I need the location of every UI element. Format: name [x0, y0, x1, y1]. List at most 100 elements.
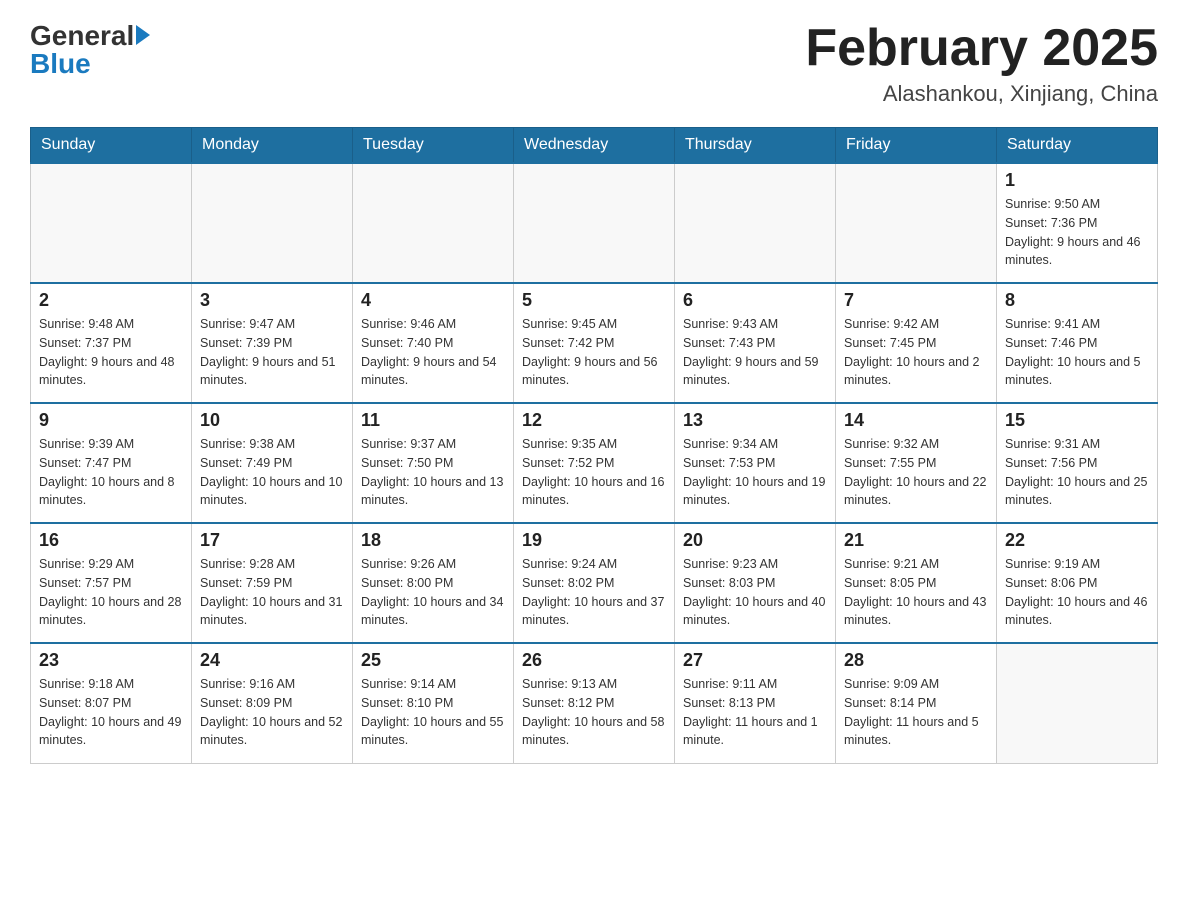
calendar-cell: [836, 163, 997, 283]
day-header-wednesday: Wednesday: [514, 128, 675, 164]
calendar-cell: 20Sunrise: 9:23 AMSunset: 8:03 PMDayligh…: [675, 523, 836, 643]
calendar-cell: 3 Sunrise: 9:47 AMSunset: 7:39 PMDaylight…: [192, 283, 353, 403]
calendar-cell: 9 Sunrise: 9:39 AMSunset: 7:47 PMDaylight…: [31, 403, 192, 523]
calendar-cell: 25 Sunrise: 9:14 AMSunset: 8:10 PMDayligh…: [353, 643, 514, 763]
day-number: 20: [683, 530, 827, 551]
calendar-cell: [192, 163, 353, 283]
calendar-cell: 15 Sunrise: 9:31 AMSunset: 7:56 PMDayligh…: [997, 403, 1158, 523]
day-info: Sunrise: 9:48 AMSunset: 7:37 PMDaylight:…: [39, 315, 183, 390]
day-info: Sunrise: 9:11 AMSunset: 8:13 PMDaylight:…: [683, 675, 827, 750]
calendar-cell: 22 Sunrise: 9:19 AMSunset: 8:06 PMDayligh…: [997, 523, 1158, 643]
day-info: Sunrise: 9:31 AMSunset: 7:56 PMDaylight:…: [1005, 435, 1149, 510]
logo-arrow-icon: [136, 25, 150, 45]
day-info: Sunrise: 9:34 AMSunset: 7:53 PMDaylight:…: [683, 435, 827, 510]
day-number: 7: [844, 290, 988, 311]
calendar-cell: 1 Sunrise: 9:50 AMSunset: 7:36 PMDaylight…: [997, 163, 1158, 283]
day-number: 25: [361, 650, 505, 671]
calendar-header-row: SundayMondayTuesdayWednesdayThursdayFrid…: [31, 128, 1158, 164]
day-info: Sunrise: 9:29 AMSunset: 7:57 PMDaylight:…: [39, 555, 183, 630]
week-row-1: 1 Sunrise: 9:50 AMSunset: 7:36 PMDaylight…: [31, 163, 1158, 283]
day-number: 3: [200, 290, 344, 311]
day-number: 19: [522, 530, 666, 551]
location-label: Alashankou, Xinjiang, China: [805, 81, 1158, 107]
day-info: Sunrise: 9:21 AMSunset: 8:05 PMDaylight:…: [844, 555, 988, 630]
day-number: 18: [361, 530, 505, 551]
day-number: 1: [1005, 170, 1149, 191]
day-number: 14: [844, 410, 988, 431]
day-info: Sunrise: 9:16 AMSunset: 8:09 PMDaylight:…: [200, 675, 344, 750]
day-number: 8: [1005, 290, 1149, 311]
logo-blue: Blue: [30, 48, 91, 80]
calendar-cell: 17Sunrise: 9:28 AMSunset: 7:59 PMDayligh…: [192, 523, 353, 643]
calendar-cell: 23 Sunrise: 9:18 AMSunset: 8:07 PMDayligh…: [31, 643, 192, 763]
day-number: 24: [200, 650, 344, 671]
calendar-cell: 28 Sunrise: 9:09 AMSunset: 8:14 PMDayligh…: [836, 643, 997, 763]
calendar-cell: [31, 163, 192, 283]
day-number: 9: [39, 410, 183, 431]
calendar-cell: 26 Sunrise: 9:13 AMSunset: 8:12 PMDayligh…: [514, 643, 675, 763]
calendar-table: SundayMondayTuesdayWednesdayThursdayFrid…: [30, 127, 1158, 764]
day-info: Sunrise: 9:37 AMSunset: 7:50 PMDaylight:…: [361, 435, 505, 510]
day-number: 28: [844, 650, 988, 671]
day-info: Sunrise: 9:19 AMSunset: 8:06 PMDaylight:…: [1005, 555, 1149, 630]
day-info: Sunrise: 9:46 AMSunset: 7:40 PMDaylight:…: [361, 315, 505, 390]
day-header-thursday: Thursday: [675, 128, 836, 164]
logo: General Blue: [30, 20, 150, 80]
day-number: 22: [1005, 530, 1149, 551]
calendar-cell: 18 Sunrise: 9:26 AMSunset: 8:00 PMDayligh…: [353, 523, 514, 643]
day-number: 11: [361, 410, 505, 431]
week-row-2: 2 Sunrise: 9:48 AMSunset: 7:37 PMDaylight…: [31, 283, 1158, 403]
day-number: 16: [39, 530, 183, 551]
day-number: 4: [361, 290, 505, 311]
day-info: Sunrise: 9:32 AMSunset: 7:55 PMDaylight:…: [844, 435, 988, 510]
day-header-tuesday: Tuesday: [353, 128, 514, 164]
calendar-cell: 2 Sunrise: 9:48 AMSunset: 7:37 PMDaylight…: [31, 283, 192, 403]
day-number: 13: [683, 410, 827, 431]
day-number: 21: [844, 530, 988, 551]
day-info: Sunrise: 9:18 AMSunset: 8:07 PMDaylight:…: [39, 675, 183, 750]
calendar-cell: 10Sunrise: 9:38 AMSunset: 7:49 PMDayligh…: [192, 403, 353, 523]
day-number: 10: [200, 410, 344, 431]
day-info: Sunrise: 9:47 AMSunset: 7:39 PMDaylight:…: [200, 315, 344, 390]
day-header-monday: Monday: [192, 128, 353, 164]
day-number: 5: [522, 290, 666, 311]
title-section: February 2025 Alashankou, Xinjiang, Chin…: [805, 20, 1158, 107]
calendar-cell: 6 Sunrise: 9:43 AMSunset: 7:43 PMDaylight…: [675, 283, 836, 403]
calendar-cell: [514, 163, 675, 283]
week-row-5: 23 Sunrise: 9:18 AMSunset: 8:07 PMDayligh…: [31, 643, 1158, 763]
calendar-cell: 5 Sunrise: 9:45 AMSunset: 7:42 PMDaylight…: [514, 283, 675, 403]
calendar-cell: 4 Sunrise: 9:46 AMSunset: 7:40 PMDaylight…: [353, 283, 514, 403]
calendar-cell: [353, 163, 514, 283]
day-number: 17: [200, 530, 344, 551]
calendar-cell: [997, 643, 1158, 763]
day-number: 2: [39, 290, 183, 311]
calendar-cell: 11 Sunrise: 9:37 AMSunset: 7:50 PMDayligh…: [353, 403, 514, 523]
day-info: Sunrise: 9:43 AMSunset: 7:43 PMDaylight:…: [683, 315, 827, 390]
day-info: Sunrise: 9:39 AMSunset: 7:47 PMDaylight:…: [39, 435, 183, 510]
calendar-cell: 16 Sunrise: 9:29 AMSunset: 7:57 PMDayligh…: [31, 523, 192, 643]
calendar-cell: 21 Sunrise: 9:21 AMSunset: 8:05 PMDayligh…: [836, 523, 997, 643]
day-info: Sunrise: 9:09 AMSunset: 8:14 PMDaylight:…: [844, 675, 988, 750]
day-info: Sunrise: 9:26 AMSunset: 8:00 PMDaylight:…: [361, 555, 505, 630]
day-number: 6: [683, 290, 827, 311]
day-info: Sunrise: 9:42 AMSunset: 7:45 PMDaylight:…: [844, 315, 988, 390]
calendar-cell: 14 Sunrise: 9:32 AMSunset: 7:55 PMDayligh…: [836, 403, 997, 523]
calendar-cell: 13 Sunrise: 9:34 AMSunset: 7:53 PMDayligh…: [675, 403, 836, 523]
day-info: Sunrise: 9:45 AMSunset: 7:42 PMDaylight:…: [522, 315, 666, 390]
day-number: 26: [522, 650, 666, 671]
day-header-friday: Friday: [836, 128, 997, 164]
day-info: Sunrise: 9:13 AMSunset: 8:12 PMDaylight:…: [522, 675, 666, 750]
day-number: 23: [39, 650, 183, 671]
day-number: 15: [1005, 410, 1149, 431]
day-info: Sunrise: 9:50 AMSunset: 7:36 PMDaylight:…: [1005, 195, 1149, 270]
day-number: 12: [522, 410, 666, 431]
day-header-sunday: Sunday: [31, 128, 192, 164]
day-info: Sunrise: 9:41 AMSunset: 7:46 PMDaylight:…: [1005, 315, 1149, 390]
day-info: Sunrise: 9:14 AMSunset: 8:10 PMDaylight:…: [361, 675, 505, 750]
day-info: Sunrise: 9:24 AMSunset: 8:02 PMDaylight:…: [522, 555, 666, 630]
day-number: 27: [683, 650, 827, 671]
calendar-cell: 24 Sunrise: 9:16 AMSunset: 8:09 PMDayligh…: [192, 643, 353, 763]
calendar-cell: 8 Sunrise: 9:41 AMSunset: 7:46 PMDaylight…: [997, 283, 1158, 403]
calendar-cell: 12Sunrise: 9:35 AMSunset: 7:52 PMDayligh…: [514, 403, 675, 523]
page-header: General Blue February 2025 Alashankou, X…: [30, 20, 1158, 107]
